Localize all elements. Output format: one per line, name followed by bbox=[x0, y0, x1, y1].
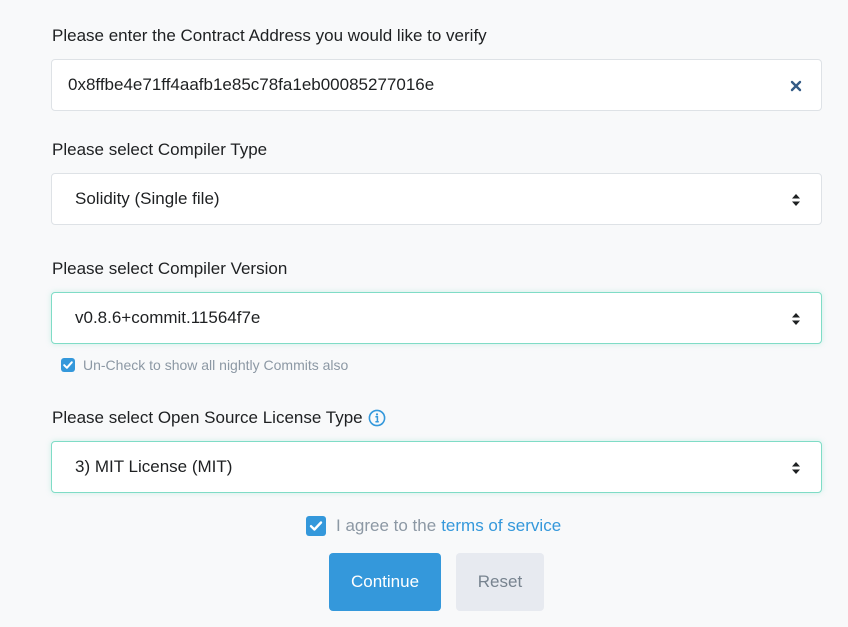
compiler-version-select[interactable]: v0.8.6+commit.11564f7e bbox=[51, 292, 822, 344]
nightly-commits-checkbox[interactable] bbox=[61, 358, 75, 372]
compiler-version-value: v0.8.6+commit.11564f7e bbox=[75, 308, 261, 327]
nightly-commits-label: Un-Check to show all nightly Commits als… bbox=[83, 357, 349, 373]
reset-button[interactable]: Reset bbox=[456, 553, 544, 611]
select-arrows-icon bbox=[791, 192, 801, 206]
license-type-select[interactable]: 3) MIT License (MIT) bbox=[51, 441, 822, 493]
license-type-label-text: Please select Open Source License Type bbox=[52, 408, 363, 427]
license-type-value: 3) MIT License (MIT) bbox=[75, 457, 233, 476]
agree-terms-checkbox[interactable] bbox=[306, 516, 326, 536]
nightly-commits-row: Un-Check to show all nightly Commits als… bbox=[61, 357, 348, 373]
continue-button[interactable]: Continue bbox=[329, 553, 441, 611]
info-icon[interactable] bbox=[368, 409, 386, 427]
select-arrows-icon bbox=[791, 460, 801, 474]
agree-terms-text: I agree to the bbox=[336, 516, 437, 535]
verify-contract-form: Please enter the Contract Address you wo… bbox=[0, 0, 848, 627]
compiler-type-select[interactable]: Solidity (Single file) bbox=[51, 173, 822, 225]
compiler-type-value: Solidity (Single file) bbox=[75, 189, 220, 208]
agree-terms-row: I agree to the terms of service bbox=[306, 516, 561, 536]
contract-address-value: 0x8ffbe4e71ff4aafb1e85c78fa1eb0008527701… bbox=[68, 75, 435, 94]
compiler-type-label: Please select Compiler Type bbox=[52, 140, 268, 159]
license-type-label: Please select Open Source License Type bbox=[52, 408, 386, 428]
terms-of-service-link[interactable]: terms of service bbox=[441, 516, 561, 536]
contract-address-input[interactable]: 0x8ffbe4e71ff4aafb1e85c78fa1eb0008527701… bbox=[51, 59, 822, 111]
compiler-version-label: Please select Compiler Version bbox=[52, 259, 288, 278]
contract-address-label: Please enter the Contract Address you wo… bbox=[52, 26, 487, 45]
select-arrows-icon bbox=[791, 311, 801, 325]
close-icon[interactable] bbox=[789, 78, 803, 92]
